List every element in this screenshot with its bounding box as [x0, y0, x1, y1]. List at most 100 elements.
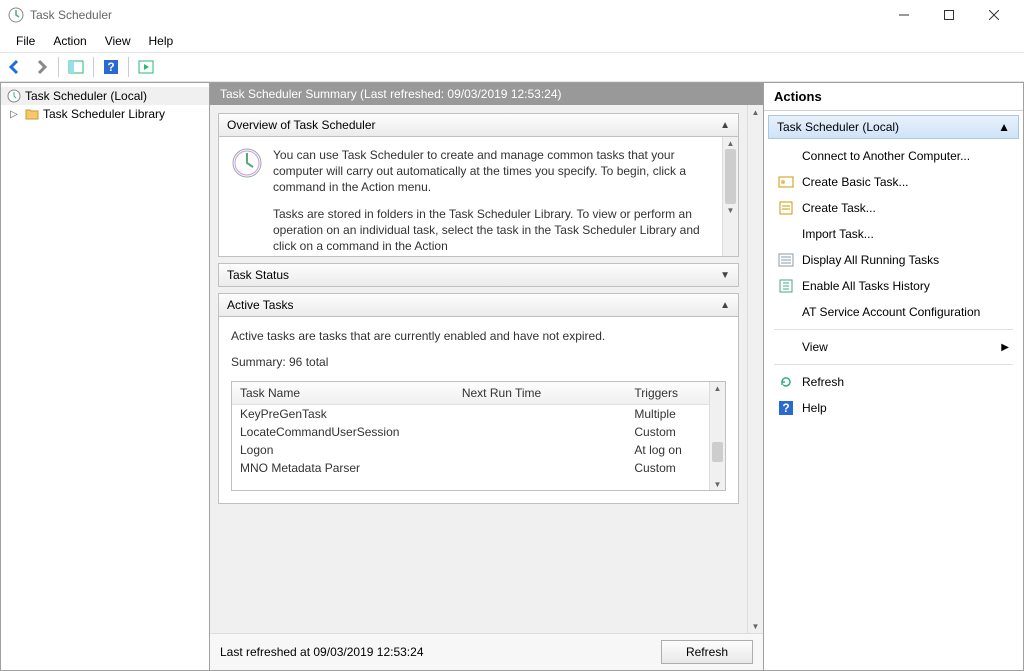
clock-icon [7, 89, 21, 103]
window-title: Task Scheduler [30, 8, 112, 22]
overview-paragraph-2: Tasks are stored in folders in the Task … [273, 206, 726, 255]
active-tasks-body: Active tasks are tasks that are currentl… [218, 317, 739, 504]
table-row[interactable]: MNO Metadata ParserCustom [232, 459, 725, 477]
show-hide-tree-button[interactable] [65, 56, 87, 78]
scroll-up-icon[interactable]: ▲ [710, 382, 725, 394]
help-button[interactable]: ? [100, 56, 122, 78]
action-import-task[interactable]: Import Task... [764, 221, 1023, 247]
action-label: Import Task... [802, 227, 874, 241]
action-label: Create Basic Task... [802, 175, 909, 189]
titlebar: Task Scheduler [0, 0, 1024, 30]
action-help[interactable]: ? Help [764, 395, 1023, 421]
menu-file[interactable]: File [8, 32, 43, 50]
action-display-running[interactable]: Display All Running Tasks [764, 247, 1023, 273]
menu-action[interactable]: Action [45, 32, 94, 50]
task-icon [778, 200, 794, 216]
action-connect[interactable]: Connect to Another Computer... [764, 143, 1023, 169]
scroll-down-icon[interactable]: ▼ [748, 619, 763, 633]
folder-icon [25, 107, 39, 121]
app-clock-icon [8, 7, 24, 23]
table-row[interactable]: LogonAt log on [232, 441, 725, 459]
actions-subtitle[interactable]: Task Scheduler (Local) ▲ [768, 115, 1019, 139]
collapse-icon: ▲ [720, 300, 730, 311]
forward-button[interactable] [30, 56, 52, 78]
submenu-arrow-icon: ▶ [1001, 342, 1009, 353]
tree-library-label: Task Scheduler Library [43, 107, 165, 121]
active-tasks-header[interactable]: Active Tasks ▲ [218, 293, 739, 317]
scroll-thumb[interactable] [725, 149, 736, 204]
list-icon [778, 252, 794, 268]
minimize-button[interactable] [881, 0, 926, 30]
separator [774, 364, 1013, 365]
scroll-up-icon[interactable]: ▲ [723, 137, 738, 149]
tree-library-node[interactable]: ▷ Task Scheduler Library [1, 105, 209, 123]
action-enable-history[interactable]: Enable All Tasks History [764, 273, 1023, 299]
col-task-name[interactable]: Task Name [232, 382, 454, 405]
scroll-up-icon[interactable]: ▲ [748, 105, 763, 119]
blank-icon [778, 304, 794, 320]
center-panel: Task Scheduler Summary (Last refreshed: … [210, 82, 764, 671]
separator [774, 329, 1013, 330]
actions-title: Actions [764, 83, 1023, 111]
overview-title: Overview of Task Scheduler [227, 118, 376, 132]
toolbar-separator [128, 57, 129, 77]
action-view[interactable]: View ▶ [764, 334, 1023, 360]
expand-icon: ▼ [720, 270, 730, 281]
collapse-icon: ▲ [720, 120, 730, 131]
actions-panel: Actions Task Scheduler (Local) ▲ Connect… [764, 82, 1024, 671]
action-refresh[interactable]: Refresh [764, 369, 1023, 395]
action-at-service[interactable]: AT Service Account Configuration [764, 299, 1023, 325]
action-create-basic-task[interactable]: Create Basic Task... [764, 169, 1023, 195]
last-refreshed-label: Last refreshed at 09/03/2019 12:53:24 [220, 645, 424, 659]
clock-icon [231, 147, 263, 179]
refresh-icon [778, 374, 794, 390]
tree-panel: Task Scheduler (Local) ▷ Task Scheduler … [0, 82, 210, 671]
table-scrollbar[interactable]: ▲ ▼ [709, 382, 725, 490]
center-scrollbar[interactable]: ▲ ▼ [747, 105, 763, 633]
action-label: Connect to Another Computer... [802, 149, 970, 163]
overview-scrollbar[interactable]: ▲ ▼ [722, 137, 738, 256]
menu-view[interactable]: View [97, 32, 139, 50]
active-tasks-summary: Summary: 96 total [231, 355, 726, 369]
active-tasks-description: Active tasks are tasks that are currentl… [231, 329, 726, 343]
back-button[interactable] [4, 56, 26, 78]
blank-icon [778, 339, 794, 355]
action-label: Display All Running Tasks [802, 253, 939, 267]
table-row[interactable]: LocateCommandUserSessionCustom [232, 423, 725, 441]
menubar: File Action View Help [0, 30, 1024, 52]
run-button[interactable] [135, 56, 157, 78]
active-tasks-table: Task Name Next Run Time Triggers KeyPreG… [231, 381, 726, 491]
action-label: Help [802, 401, 827, 415]
maximize-button[interactable] [926, 0, 971, 30]
tree-root-label: Task Scheduler (Local) [25, 89, 147, 103]
main-layout: Task Scheduler (Local) ▷ Task Scheduler … [0, 82, 1024, 671]
summary-body: Overview of Task Scheduler ▲ You can use… [210, 105, 747, 633]
scroll-down-icon[interactable]: ▼ [710, 478, 725, 490]
blank-icon [778, 148, 794, 164]
overview-paragraph-1: You can use Task Scheduler to create and… [273, 147, 726, 196]
history-icon [778, 278, 794, 294]
action-label: View [802, 340, 828, 354]
col-next-run[interactable]: Next Run Time [454, 382, 627, 405]
task-status-header[interactable]: Task Status ▼ [218, 263, 739, 287]
help-icon: ? [778, 400, 794, 416]
tree-root-node[interactable]: Task Scheduler (Local) [1, 87, 209, 105]
action-label: Refresh [802, 375, 844, 389]
svg-text:?: ? [107, 60, 114, 74]
scroll-down-icon[interactable]: ▼ [723, 204, 738, 216]
menu-help[interactable]: Help [141, 32, 182, 50]
task-status-title: Task Status [227, 268, 289, 282]
summary-footer: Last refreshed at 09/03/2019 12:53:24 Re… [210, 633, 763, 670]
table-row[interactable]: KeyPreGenTaskMultiple [232, 405, 725, 424]
toolbar-separator [93, 57, 94, 77]
collapse-icon: ▲ [998, 120, 1010, 134]
action-label: AT Service Account Configuration [802, 305, 980, 319]
active-tasks-section: Active Tasks ▲ Active tasks are tasks th… [218, 293, 739, 504]
refresh-button[interactable]: Refresh [661, 640, 753, 664]
close-button[interactable] [971, 0, 1016, 30]
overview-header[interactable]: Overview of Task Scheduler ▲ [218, 113, 739, 137]
tree-expand-caret[interactable]: ▷ [7, 109, 21, 120]
overview-section: Overview of Task Scheduler ▲ You can use… [218, 113, 739, 257]
action-create-task[interactable]: Create Task... [764, 195, 1023, 221]
scroll-thumb[interactable] [712, 442, 723, 462]
